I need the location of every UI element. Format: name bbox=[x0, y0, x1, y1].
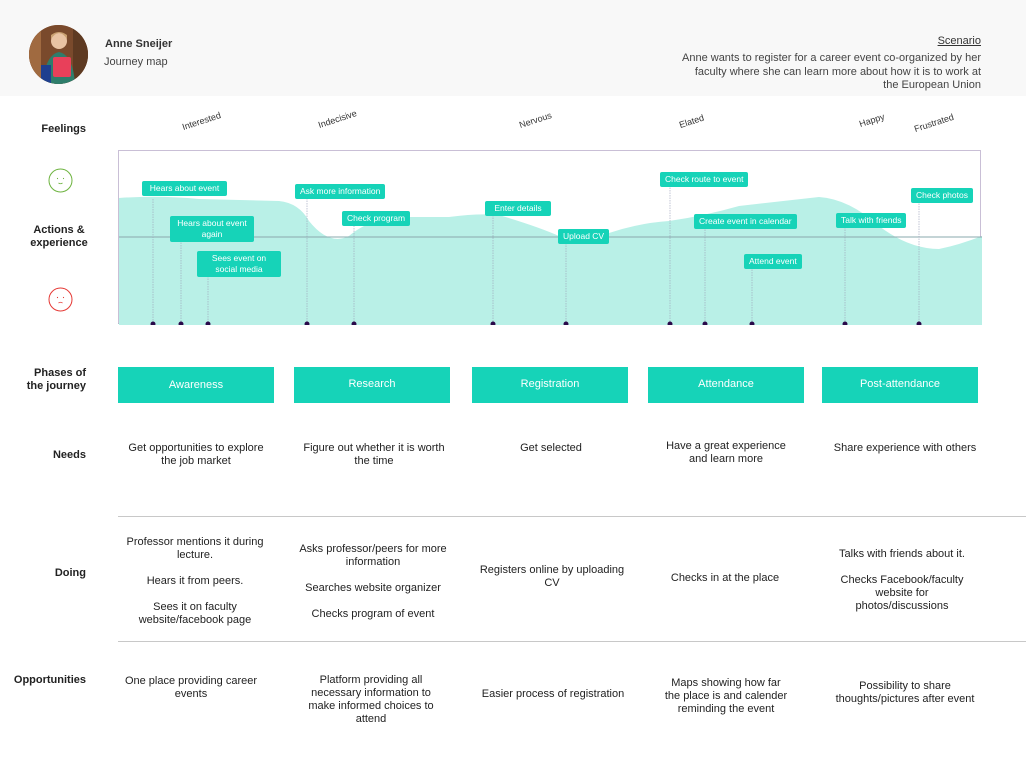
experience-chart: Hears about event Hears about event agai… bbox=[118, 150, 982, 325]
row-label-phases: Phases of the journey bbox=[26, 367, 86, 392]
action-card[interactable]: Attend event bbox=[744, 254, 802, 269]
header: Anne Sneijer Journey map Scenario Anne w… bbox=[0, 0, 1026, 96]
action-card[interactable]: Enter details bbox=[485, 201, 551, 216]
opportunity-cell: One place providing career events bbox=[124, 675, 258, 700]
doing-item: Asks professor/peers for more informatio… bbox=[299, 543, 447, 568]
opportunity-cell: Maps showing how far the place is and ca… bbox=[664, 677, 788, 715]
persona-avatar bbox=[29, 25, 88, 84]
row-label-needs: Needs bbox=[52, 449, 86, 461]
scenario-title: Scenario bbox=[937, 35, 981, 47]
feeling-label: Frustrated bbox=[912, 111, 956, 134]
need-cell: Have a great experience and learn more bbox=[666, 440, 786, 465]
action-card[interactable]: Check program bbox=[342, 211, 411, 226]
opportunity-cell: Platform providing all necessary informa… bbox=[308, 674, 434, 725]
doing-item: Registers online by uploading CV bbox=[479, 564, 625, 589]
doing-item: Checks program of event bbox=[311, 608, 435, 620]
doing-item: Sees it on faculty website/facebook page bbox=[138, 601, 252, 626]
phase-registration[interactable]: Registration bbox=[472, 367, 628, 403]
action-card[interactable]: Upload CV bbox=[558, 229, 610, 244]
doing-cell: Asks professor/peers for more informatio… bbox=[298, 543, 448, 621]
action-card[interactable]: Check photos bbox=[911, 188, 973, 203]
doing-item: Checks in at the place bbox=[670, 572, 780, 584]
row-label-feelings: Feelings bbox=[41, 123, 86, 135]
scenario-text: Anne wants to register for a career even… bbox=[682, 52, 981, 91]
phase-attendance[interactable]: Attendance bbox=[648, 367, 804, 403]
feeling-label: Nervous bbox=[517, 110, 553, 130]
doing-item: Professor mentions it during lecture. bbox=[126, 536, 264, 561]
doing-item: Talks with friends about it. bbox=[839, 548, 965, 560]
phase-post-attendance[interactable]: Post-attendance bbox=[822, 367, 978, 403]
feeling-label: Elated bbox=[677, 112, 706, 130]
feeling-label: Indecisive bbox=[316, 108, 359, 130]
action-card[interactable]: Ask more information bbox=[295, 184, 386, 199]
row-label-actions: Actions & experience bbox=[30, 224, 88, 249]
feeling-label: Interested bbox=[180, 110, 223, 132]
need-cell: Share experience with others bbox=[833, 442, 977, 454]
action-card[interactable]: Check route to event bbox=[660, 172, 749, 187]
action-card[interactable]: Hears about event again bbox=[170, 216, 254, 242]
action-card[interactable]: Sees event on social media bbox=[197, 251, 281, 277]
happy-face-icon bbox=[48, 168, 73, 193]
doing-cell: Registers online by uploading CV bbox=[474, 564, 630, 590]
feeling-label: Happy bbox=[857, 111, 886, 129]
doing-cell: Talks with friends about it. Checks Face… bbox=[828, 548, 976, 613]
doing-cell: Checks in at the place bbox=[650, 572, 800, 585]
sad-face-icon bbox=[48, 287, 73, 312]
doing-item: Checks Facebook/faculty website for phot… bbox=[840, 574, 964, 612]
action-card[interactable]: Hears about event bbox=[142, 181, 227, 196]
row-label-doing: Doing bbox=[54, 567, 86, 579]
persona-subtitle: Journey map bbox=[104, 56, 168, 68]
need-cell: Figure out whether it is worth the time bbox=[303, 442, 445, 467]
phase-awareness[interactable]: Awareness bbox=[118, 367, 274, 403]
doing-cell: Professor mentions it during lecture. He… bbox=[120, 536, 270, 627]
doing-item: Searches website organizer bbox=[305, 582, 441, 594]
need-cell: Get selected bbox=[520, 442, 582, 454]
doing-bottom-divider bbox=[118, 641, 1026, 642]
opportunity-cell: Easier process of registration bbox=[481, 688, 625, 700]
phase-research[interactable]: Research bbox=[294, 367, 450, 403]
doing-top-divider bbox=[118, 516, 1026, 517]
need-cell: Get opportunities to explore the job mar… bbox=[128, 442, 264, 467]
action-card[interactable]: Create event in calendar bbox=[694, 214, 797, 229]
opportunity-cell: Possibility to share thoughts/pictures a… bbox=[835, 680, 975, 705]
action-card[interactable]: Talk with friends bbox=[836, 213, 907, 228]
persona-name: Anne Sneijer bbox=[105, 38, 173, 50]
row-label-opportunities: Opportunities bbox=[13, 674, 86, 686]
doing-item: Hears it from peers. bbox=[146, 575, 244, 587]
